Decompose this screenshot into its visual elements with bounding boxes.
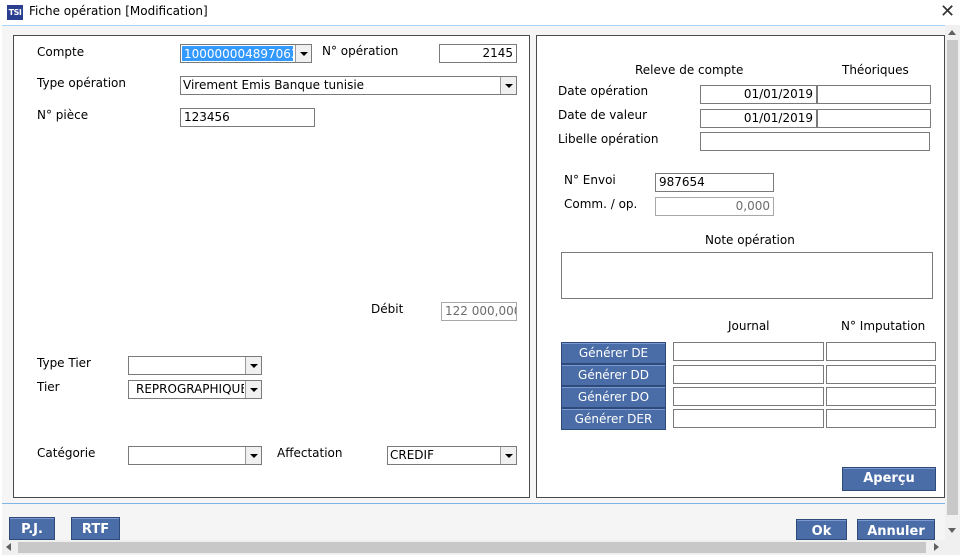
- libelle-field[interactable]: [700, 132, 930, 151]
- type-operation-combo[interactable]: Virement Emis Banque tunisie: [180, 76, 517, 95]
- window-title: Fiche opération [Modification]: [29, 4, 208, 18]
- apercu-button[interactable]: Aperçu: [842, 467, 936, 491]
- categorie-combo[interactable]: [128, 446, 262, 465]
- horizontal-scrollbar[interactable]: [2, 540, 945, 555]
- footer-separator: [2, 503, 945, 504]
- date-valeur-label: Date de valeur: [558, 108, 648, 122]
- type-operation-label: Type opération: [37, 76, 126, 90]
- close-icon[interactable]: ✕: [940, 2, 955, 22]
- date-operation-label: Date opération: [558, 84, 649, 98]
- note-label: Note opération: [705, 233, 795, 247]
- generer-dd-button[interactable]: Générer DD: [561, 364, 666, 386]
- rtf-button[interactable]: RTF: [71, 517, 120, 540]
- no-envoi-label: N° Envoi: [564, 173, 616, 187]
- scroll-right-icon[interactable]: [934, 543, 939, 551]
- journal-de-field[interactable]: [673, 342, 824, 361]
- compte-value: 100000004897063€: [182, 46, 293, 61]
- categorie-label: Catégorie: [37, 446, 96, 460]
- compte-label: Compte: [37, 45, 85, 59]
- no-envoi-field[interactable]: 987654: [655, 173, 774, 192]
- affectation-combo[interactable]: CREDIF: [387, 446, 517, 465]
- comm-field: 0,000: [655, 197, 774, 216]
- generer-do-button[interactable]: Générer DO: [561, 386, 666, 408]
- generer-de-button[interactable]: Générer DE: [561, 342, 666, 364]
- scroll-down-icon[interactable]: [948, 528, 956, 533]
- releve-header: Releve de compte: [635, 63, 744, 77]
- no-piece-label: N° pièce: [37, 108, 89, 122]
- title-bar: TSI Fiche opération [Modification] ✕: [0, 0, 960, 25]
- compte-combo[interactable]: 100000004897063€: [180, 44, 312, 63]
- imputation-dd-field[interactable]: [826, 365, 936, 384]
- scroll-left-icon[interactable]: [6, 543, 11, 551]
- no-operation-label: N° opération: [322, 44, 399, 58]
- chevron-down-icon[interactable]: [245, 357, 261, 374]
- app-icon: TSI: [7, 5, 23, 20]
- comm-label: Comm. / op.: [564, 197, 638, 211]
- date-operation-theo-field[interactable]: [817, 85, 931, 104]
- type-operation-value: Virement Emis Banque tunisie: [183, 78, 365, 92]
- chevron-down-icon[interactable]: [500, 77, 516, 94]
- scroll-thumb[interactable]: [947, 40, 958, 515]
- tier-combo[interactable]: REPROGRAPHIQUE: [128, 380, 262, 399]
- libelle-label: Libelle opération: [558, 132, 659, 146]
- categorie-value: [129, 447, 244, 464]
- date-valeur-theo-field[interactable]: [817, 109, 931, 128]
- affectation-value: CREDIF: [390, 448, 434, 462]
- journal-dd-field[interactable]: [673, 365, 824, 384]
- tier-value: REPROGRAPHIQUE: [136, 382, 244, 396]
- ok-button[interactable]: Ok: [796, 519, 847, 540]
- annuler-button[interactable]: Annuler: [857, 519, 935, 540]
- no-piece-field[interactable]: 123456: [180, 108, 315, 127]
- chevron-down-icon[interactable]: [245, 447, 261, 464]
- chevron-down-icon[interactable]: [500, 447, 516, 464]
- journal-der-field[interactable]: [673, 409, 824, 428]
- tier-label: Tier: [37, 380, 60, 394]
- imputation-do-field[interactable]: [826, 387, 936, 406]
- debit-field: 122 000,000: [441, 302, 517, 321]
- type-tier-value: [129, 357, 244, 374]
- imputation-der-field[interactable]: [826, 409, 936, 428]
- scroll-up-icon[interactable]: [948, 30, 956, 35]
- imputation-header: N° Imputation: [841, 319, 926, 333]
- chevron-down-icon[interactable]: [245, 381, 261, 398]
- chevron-down-icon[interactable]: [295, 45, 311, 62]
- date-operation-field[interactable]: 01/01/2019: [700, 85, 817, 104]
- pj-button[interactable]: P.J.: [9, 517, 55, 540]
- journal-do-field[interactable]: [673, 387, 824, 406]
- theoriques-header: Théoriques: [842, 63, 909, 77]
- type-tier-label: Type Tier: [37, 356, 91, 370]
- left-panel: [13, 35, 530, 498]
- debit-label: Débit: [371, 302, 404, 316]
- scroll-thumb-h[interactable]: [18, 542, 926, 553]
- note-textarea[interactable]: [561, 252, 933, 299]
- journal-header: Journal: [728, 319, 770, 333]
- vertical-scrollbar[interactable]: [945, 25, 960, 540]
- type-tier-combo[interactable]: [128, 356, 262, 375]
- no-operation-field[interactable]: 2145: [439, 44, 517, 63]
- generer-der-button[interactable]: Générer DER: [561, 408, 666, 430]
- scroll-corner: [945, 540, 960, 555]
- date-valeur-field[interactable]: 01/01/2019: [700, 109, 817, 128]
- imputation-de-field[interactable]: [826, 342, 936, 361]
- affectation-label: Affectation: [277, 446, 343, 460]
